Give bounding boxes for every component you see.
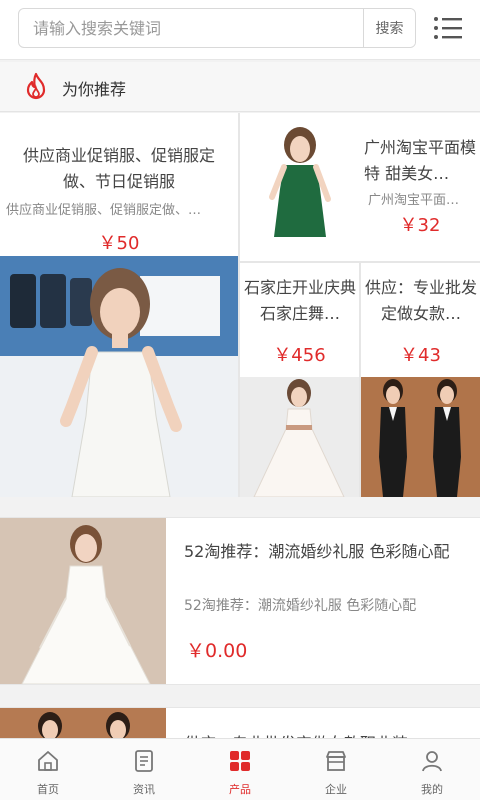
user-icon xyxy=(422,751,442,772)
recommend-section-header: 为你推荐 xyxy=(0,62,480,112)
fire-icon xyxy=(22,72,50,102)
search-box: 搜索 xyxy=(18,8,416,48)
product-grid: 供应商业促销服、促销服定做、节日促销服 供应商业促销服、促销服定做、… ￥50 xyxy=(0,113,480,497)
product-price: ￥50 xyxy=(98,233,140,254)
product-image xyxy=(240,377,359,497)
nav-label: 我的 xyxy=(421,783,443,796)
product-card-2[interactable]: 广州淘宝平面模特 甜美女… 广州淘宝平面… ￥32 xyxy=(240,113,480,261)
nav-tab-home[interactable]: 首页 xyxy=(0,739,96,800)
nav-tab-news[interactable]: 资讯 xyxy=(96,739,192,800)
header: 搜索 xyxy=(0,0,480,60)
product-icon xyxy=(230,751,250,771)
company-icon xyxy=(326,751,346,771)
nav-label: 首页 xyxy=(37,783,59,796)
list-item[interactable]: 52淘推荐：潮流婚纱礼服 色彩随心配 52淘推荐：潮流婚纱礼服 色彩随心配 ￥0… xyxy=(0,517,480,685)
search-input[interactable] xyxy=(19,9,365,47)
product-price: ￥43 xyxy=(400,345,441,366)
nav-label: 资讯 xyxy=(133,783,155,796)
product-title: 供应商业促销服、促销服定做、节日促销服 xyxy=(22,146,215,191)
product-image xyxy=(361,377,480,497)
product-image xyxy=(0,256,238,497)
search-button[interactable]: 搜索 xyxy=(363,9,415,47)
product-title: 52淘推荐：潮流婚纱礼服 色彩随心配 xyxy=(184,542,450,561)
product-title: 石家庄开业庆典 石家庄舞… xyxy=(244,278,357,323)
home-icon xyxy=(38,751,58,771)
section-title: 为你推荐 xyxy=(62,80,127,99)
product-subtitle: 52淘推荐：潮流婚纱礼服 色彩随心配 xyxy=(184,598,417,614)
product-card-1[interactable]: 供应商业促销服、促销服定做、节日促销服 供应商业促销服、促销服定做、… ￥50 xyxy=(0,113,238,497)
nav-tab-company[interactable]: 企业 xyxy=(288,739,384,800)
nav-label: 产品 xyxy=(229,783,251,796)
page: 搜索 为你推荐 供应商业促销服、促销服定做、节日促销服 供应商业促销服、促销服定… xyxy=(0,0,480,800)
product-subtitle: 供应商业促销服、促销服定做、… xyxy=(6,203,202,218)
news-icon xyxy=(135,750,153,772)
nav-tab-product[interactable]: 产品 xyxy=(192,739,288,800)
product-price: ￥32 xyxy=(399,215,441,236)
nav-tab-mine[interactable]: 我的 xyxy=(384,739,480,800)
product-image xyxy=(0,518,166,685)
product-subtitle: 广州淘宝平面… xyxy=(368,193,460,208)
product-price: ￥456 xyxy=(273,345,326,366)
product-card-3[interactable]: 石家庄开业庆典 石家庄舞… ￥456 xyxy=(240,263,359,497)
product-title: 供应：专业批发定做女款… xyxy=(365,278,478,323)
menu-icon[interactable] xyxy=(432,12,464,44)
product-image xyxy=(240,127,360,247)
product-price: ￥0.00 xyxy=(186,640,248,662)
nav-label: 企业 xyxy=(325,783,347,796)
product-card-4[interactable]: 供应：专业批发定做女款… ￥43 xyxy=(361,263,480,497)
product-title: 广州淘宝平面模特 甜美女… xyxy=(364,138,477,183)
bottom-nav: 首页 资讯 产品 企业 我的 xyxy=(0,738,480,800)
